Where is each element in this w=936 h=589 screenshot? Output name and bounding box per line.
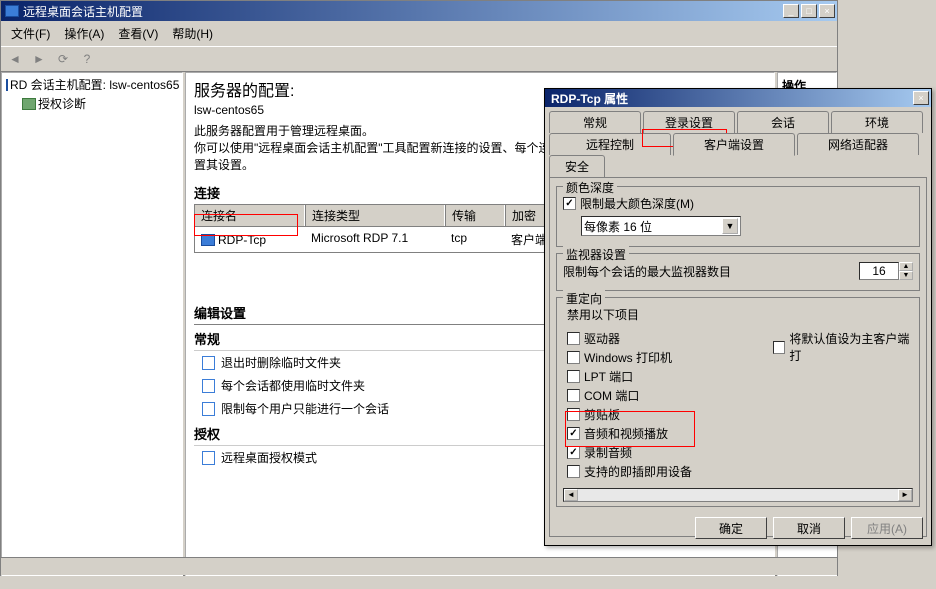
- tab-env[interactable]: 环境: [831, 111, 923, 133]
- color-depth-select[interactable]: 每像素 16 位 ▼: [581, 216, 741, 236]
- monitor-label: 限制每个会话的最大监视器数目: [563, 263, 855, 280]
- tree-root[interactable]: RD 会话主机配置: lsw-centos65: [4, 75, 180, 94]
- tab-security[interactable]: 安全: [549, 155, 605, 177]
- tab-content: 颜色深度 限制最大颜色深度(M) 每像素 16 位 ▼ 监视器设置 限制每个会话…: [549, 177, 927, 537]
- monitor-value[interactable]: [859, 262, 899, 280]
- tab-general[interactable]: 常规: [549, 111, 641, 133]
- conn-col-type[interactable]: 连接类型: [305, 205, 445, 226]
- redirect-list: 驱动器 Windows 打印机 LPT 端口 COM 端口 剪贴板 音频和视频播…: [563, 327, 773, 481]
- dialog-close-button[interactable]: ×: [913, 91, 929, 105]
- doc-icon: [202, 451, 215, 465]
- conn-transport: tcp: [445, 229, 505, 250]
- tab-network[interactable]: 网络适配器: [797, 133, 919, 155]
- doc-icon: [202, 379, 215, 393]
- menu-file[interactable]: 文件(F): [5, 23, 56, 44]
- doc-icon: [202, 402, 215, 416]
- dialog-title: RDP-Tcp 属性: [547, 90, 913, 107]
- chk-lpt[interactable]: [567, 370, 580, 383]
- color-legend: 颜色深度: [563, 179, 617, 196]
- toolbar-fwd[interactable]: ►: [29, 49, 49, 69]
- maximize-button[interactable]: □: [801, 4, 817, 18]
- limit-color-checkbox[interactable]: [563, 197, 576, 210]
- monitor-spinner[interactable]: ▲ ▼: [859, 262, 913, 280]
- minimize-button[interactable]: _: [783, 4, 799, 18]
- toolbar-refresh[interactable]: ⟳: [53, 49, 73, 69]
- menu-action[interactable]: 操作(A): [58, 23, 110, 44]
- chk-com[interactable]: [567, 389, 580, 402]
- conn-type: Microsoft RDP 7.1: [305, 229, 445, 250]
- conn-col-transport[interactable]: 传输: [445, 205, 505, 226]
- menubar: 文件(F) 操作(A) 查看(V) 帮助(H): [1, 21, 837, 46]
- apply-button[interactable]: 应用(A): [851, 517, 923, 539]
- tree-child[interactable]: 授权诊断: [4, 94, 180, 113]
- limit-color-label: 限制最大颜色深度(M): [580, 195, 694, 212]
- tabs-row2: 远程控制 客户端设置 网络适配器 安全: [549, 133, 927, 177]
- toolbar: ◄ ► ⟳ ?: [1, 46, 837, 72]
- monitor-legend: 监视器设置: [563, 246, 629, 263]
- chk-default-client[interactable]: [773, 341, 785, 354]
- highlight-audio: [565, 411, 695, 447]
- redirect-legend: 重定向: [563, 290, 605, 307]
- doc-icon: [202, 356, 215, 370]
- toolbar-help[interactable]: ?: [77, 49, 97, 69]
- redirect-header: 禁用以下项目: [563, 304, 913, 327]
- chk-printers[interactable]: [567, 351, 580, 364]
- tab-session[interactable]: 会话: [737, 111, 829, 133]
- main-titlebar: 远程桌面会话主机配置 _ □ ×: [1, 1, 837, 21]
- ok-button[interactable]: 确定: [695, 517, 767, 539]
- scroll-track[interactable]: [578, 489, 898, 501]
- monitor-group: 监视器设置 限制每个会话的最大监视器数目 ▲ ▼: [556, 253, 920, 291]
- close-button[interactable]: ×: [819, 4, 835, 18]
- highlight-connection: [194, 214, 298, 236]
- redirect-group: 重定向 禁用以下项目 驱动器 Windows 打印机 LPT 端口 COM 端口…: [556, 297, 920, 507]
- color-depth-group: 颜色深度 限制最大颜色深度(M) 每像素 16 位 ▼: [556, 186, 920, 247]
- spinner-down-icon[interactable]: ▼: [899, 271, 913, 280]
- status-bar: [1, 557, 837, 575]
- chk-record-audio[interactable]: [567, 446, 580, 459]
- dropdown-arrow-icon: ▼: [722, 218, 738, 234]
- dialog-buttons: 确定 取消 应用(A): [695, 517, 923, 539]
- color-selected: 每像素 16 位: [584, 218, 652, 235]
- tree-root-label: RD 会话主机配置: lsw-centos65: [10, 76, 179, 93]
- chk-drives[interactable]: [567, 332, 580, 345]
- menu-help[interactable]: 帮助(H): [166, 23, 219, 44]
- cancel-button[interactable]: 取消: [773, 517, 845, 539]
- tree-child-label: 授权诊断: [38, 95, 86, 112]
- window-controls: _ □ ×: [783, 4, 835, 18]
- diagnostic-icon: [22, 98, 36, 110]
- menu-view[interactable]: 查看(V): [112, 23, 164, 44]
- toolbar-back[interactable]: ◄: [5, 49, 25, 69]
- tree-panel: RD 会话主机配置: lsw-centos65 授权诊断: [1, 72, 183, 576]
- dialog-body: 常规 登录设置 会话 环境 远程控制 客户端设置 网络适配器 安全 颜色深度 限…: [545, 107, 931, 541]
- computer-icon: [6, 79, 8, 91]
- app-icon: [5, 5, 19, 17]
- dialog-titlebar: RDP-Tcp 属性 ×: [545, 89, 931, 107]
- main-title-text: 远程桌面会话主机配置: [23, 3, 143, 20]
- main-title: 远程桌面会话主机配置: [3, 3, 783, 20]
- chk-pnp[interactable]: [567, 465, 580, 478]
- tabs-row1: 常规 登录设置 会话 环境: [549, 111, 927, 133]
- spinner-up-icon[interactable]: ▲: [899, 262, 913, 271]
- scroll-right-icon[interactable]: ►: [898, 489, 912, 501]
- redirect-scrollbar[interactable]: ◄ ►: [563, 488, 913, 502]
- scroll-left-icon[interactable]: ◄: [564, 489, 578, 501]
- rdp-properties-dialog: RDP-Tcp 属性 × 常规 登录设置 会话 环境 远程控制 客户端设置 网络…: [544, 88, 932, 546]
- tab-client[interactable]: 客户端设置: [673, 133, 795, 156]
